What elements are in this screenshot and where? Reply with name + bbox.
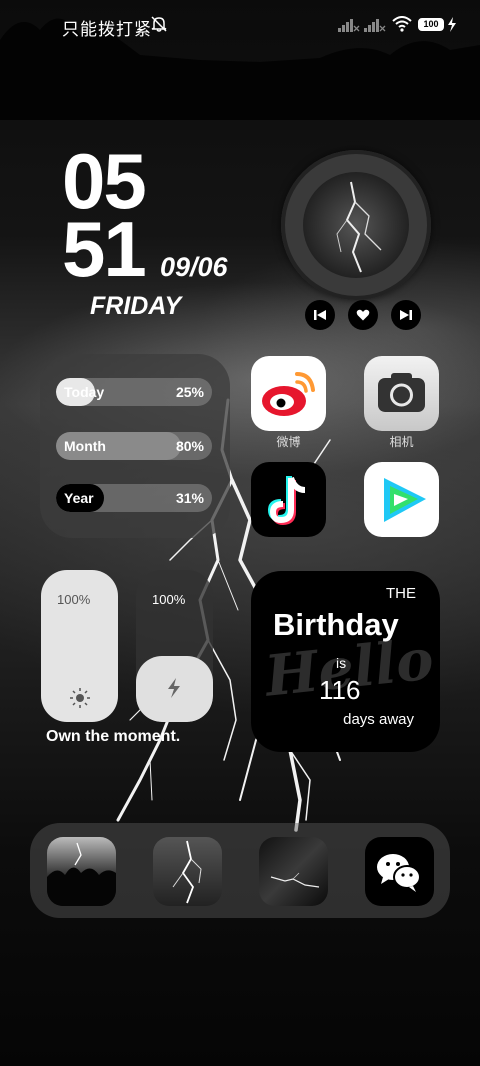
weekday-text: FRIDAY — [90, 292, 182, 320]
progress-label: Month — [64, 438, 106, 454]
previous-icon — [314, 310, 326, 320]
bolt-icon — [168, 678, 180, 698]
photo-sky-icon — [270, 872, 320, 888]
battery-saver-slider[interactable]: 100% — [136, 570, 213, 722]
dock-app-4[interactable] — [365, 837, 434, 906]
birthday-title: Birthday — [273, 607, 399, 642]
dock — [30, 823, 450, 918]
progress-bar-today: Today 25% — [56, 378, 212, 406]
carrier-text: 只能拨打紧 — [62, 20, 152, 39]
music-disc[interactable] — [281, 150, 431, 300]
tencent-video-icon — [384, 478, 426, 522]
app-label-weibo: 微博 — [276, 435, 301, 449]
date-text: 09/06 — [160, 252, 228, 282]
app-label-camera: 相机 — [389, 435, 414, 449]
dock-app-2[interactable] — [153, 837, 222, 906]
progress-bar-year: Year 31% — [56, 484, 212, 512]
progress-label: Today — [64, 384, 105, 400]
signal-icon — [338, 19, 360, 32]
next-button[interactable] — [391, 300, 421, 330]
progress-widget[interactable]: Today 25% Month 80% Year 31% — [40, 354, 230, 538]
album-art — [303, 172, 409, 278]
wifi-icon — [392, 16, 412, 32]
app-camera[interactable] — [364, 356, 439, 431]
weibo-icon — [262, 372, 315, 416]
heart-icon — [356, 309, 370, 321]
photo-lightning-icon — [172, 840, 202, 904]
birthday-is: is — [336, 655, 347, 671]
status-bar: 只能拨打紧 100 — [0, 0, 480, 52]
birthday-away: days away — [343, 711, 414, 728]
app-tiktok[interactable] — [251, 462, 326, 537]
birthday-days: 116 — [319, 675, 361, 705]
dock-app-1[interactable] — [47, 837, 116, 906]
next-icon — [400, 310, 412, 320]
app-tencent-video[interactable] — [364, 462, 439, 537]
battery-saver-value: 100% — [152, 592, 186, 607]
progress-value: 31% — [175, 490, 204, 506]
battery-saver-knob — [136, 656, 213, 722]
charging-icon — [448, 17, 456, 32]
camera-icon — [378, 373, 425, 412]
progress-label: Year — [64, 490, 94, 506]
dock-app-3[interactable] — [259, 837, 328, 906]
birthday-the: THE — [386, 585, 416, 602]
sun-icon — [70, 688, 90, 708]
progress-value: 25% — [175, 384, 204, 400]
photo-storm-icon — [47, 842, 116, 906]
motto-text: Own the moment. — [46, 728, 181, 745]
progress-bar-month: Month 80% — [56, 432, 212, 460]
mute-bell-icon — [151, 16, 167, 32]
wechat-icon — [377, 854, 421, 892]
brightness-slider[interactable]: 100% — [41, 570, 118, 722]
progress-value: 80% — [175, 438, 204, 454]
tiktok-icon — [267, 476, 306, 526]
favorite-button[interactable] — [348, 300, 378, 330]
app-weibo[interactable] — [251, 356, 326, 431]
birthday-widget[interactable]: Hello THE Birthday is 116 days away — [251, 571, 440, 752]
clock-minute: 51 — [62, 205, 147, 293]
signal-icon — [364, 19, 386, 32]
brightness-value: 100% — [57, 592, 91, 607]
battery-icon: 100 — [418, 18, 444, 31]
previous-button[interactable] — [305, 300, 335, 330]
